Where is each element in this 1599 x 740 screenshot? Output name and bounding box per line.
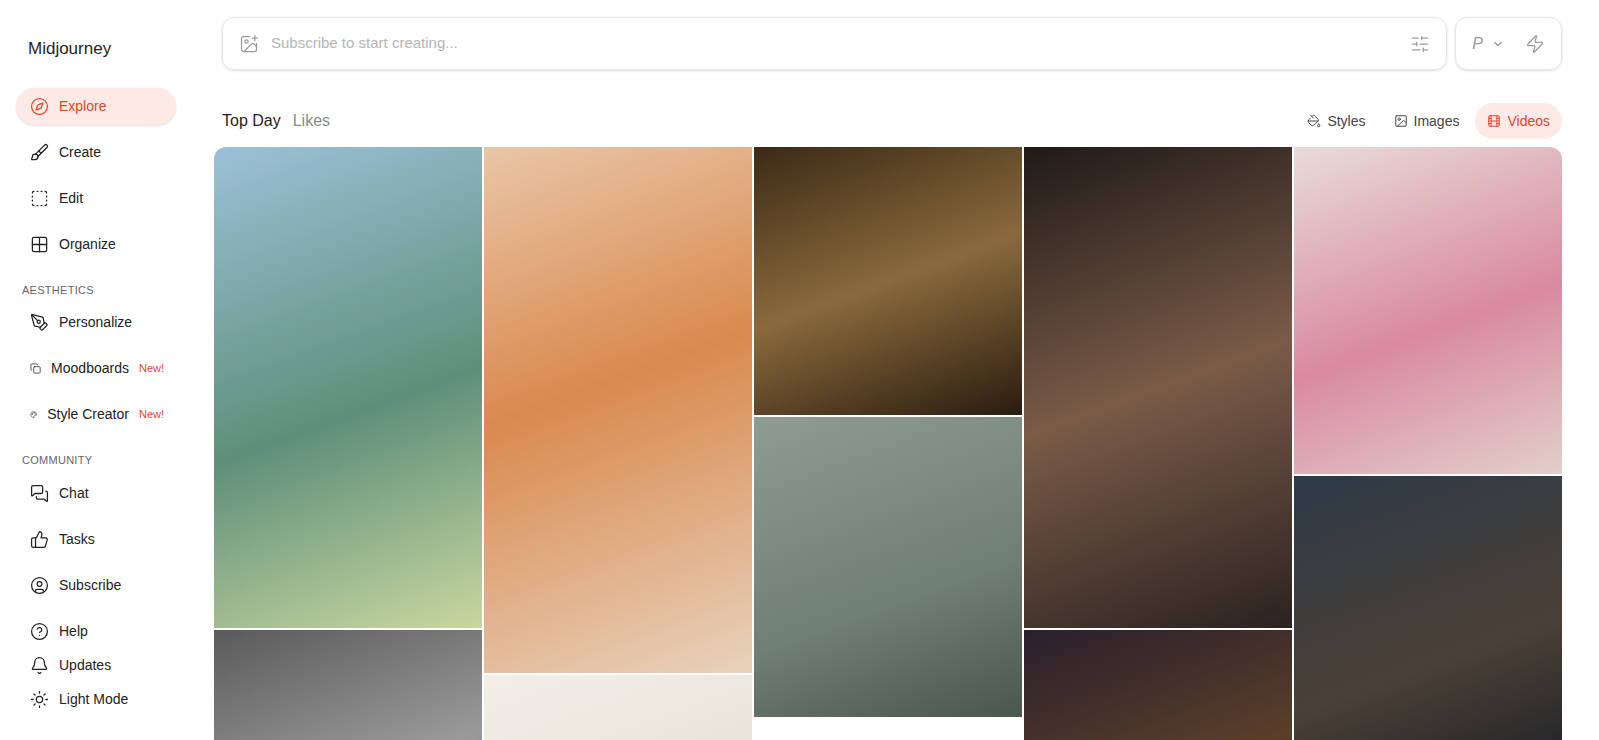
gallery-tile[interactable]: [1024, 147, 1292, 628]
footer-item[interactable]: Updates: [16, 649, 198, 683]
gallery-column: [484, 147, 752, 740]
chevron-icon: [1491, 37, 1505, 51]
gallery-tile[interactable]: [1294, 476, 1562, 740]
tab[interactable]: Top Day: [222, 109, 281, 133]
nav-group: Explore Create Edit Organize: [16, 88, 198, 272]
gallery-column: [1024, 147, 1292, 740]
styles-icon: [1307, 114, 1321, 128]
nav-item[interactable]: Subscribe: [16, 567, 176, 604]
brush-icon: [30, 143, 49, 162]
pen-icon: [30, 313, 49, 332]
gallery-column: [1294, 147, 1562, 740]
film-icon: [1487, 114, 1501, 128]
nav-item[interactable]: Edit: [16, 180, 176, 217]
nav-item[interactable]: Style CreatorNew!: [16, 396, 176, 433]
prompt-row: Subscribe to start creating... P: [214, 17, 1562, 70]
nav-group: COMMUNITY Chat Tasks Subscribe: [16, 442, 198, 613]
tabs: Top Day Likes: [222, 109, 330, 133]
gallery-tile[interactable]: [214, 630, 482, 740]
nav-group: AESTHETICS Personalize MoodboardsNew! Style…: [16, 272, 198, 443]
prompt-bar[interactable]: Subscribe to start creating...: [222, 17, 1447, 70]
copy-icon: [30, 359, 41, 378]
filter-button[interactable]: Styles: [1295, 103, 1377, 139]
sidebar-footer: HelpUpdatesLight Mode: [16, 615, 198, 717]
main: Subscribe to start creating... P Top Day Li…: [214, 0, 1599, 740]
gallery: [214, 147, 1562, 740]
new-badge: New!: [139, 360, 164, 377]
gallery-column: [214, 147, 482, 740]
gallery-tile[interactable]: [754, 147, 1022, 415]
footer-item[interactable]: Help: [16, 615, 198, 649]
settings-icon[interactable]: [1410, 34, 1430, 54]
gallery-tile[interactable]: [484, 675, 752, 740]
chat-icon: [30, 484, 49, 503]
nav-item[interactable]: Tasks: [16, 521, 176, 558]
prompt-input[interactable]: Subscribe to start creating...: [271, 32, 1398, 55]
edit-icon: [30, 189, 49, 208]
user-icon: [30, 576, 49, 595]
logo[interactable]: Midjourney: [16, 36, 198, 62]
image-add-icon[interactable]: [239, 34, 259, 54]
nav-item[interactable]: Create: [16, 134, 176, 171]
grid-icon: [30, 235, 49, 254]
nav-item[interactable]: Explore: [16, 88, 176, 125]
sidebar: Midjourney Explore Create Edit Organize AESTH…: [0, 0, 214, 740]
toolbar: Top Day Likes StylesImagesVideos: [214, 103, 1562, 139]
sun-icon: [30, 690, 49, 709]
filter-button[interactable]: Images: [1382, 103, 1472, 139]
thumbs-up-icon: [30, 530, 49, 549]
gallery-tile[interactable]: [484, 147, 752, 673]
nav-item[interactable]: Organize: [16, 226, 176, 263]
gallery-tile[interactable]: [1294, 147, 1562, 474]
new-badge: New!: [139, 406, 164, 423]
gallery-tile[interactable]: [214, 147, 482, 628]
palette-icon: [30, 405, 37, 424]
filters: StylesImagesVideos: [1295, 103, 1562, 139]
app: Midjourney Explore Create Edit Organize AESTH…: [0, 0, 1599, 740]
nav-heading: AESTHETICS: [16, 282, 198, 299]
gallery-tile[interactable]: [754, 417, 1022, 717]
compass-icon: [30, 97, 49, 116]
gallery-tile[interactable]: [1024, 630, 1292, 740]
filter-button[interactable]: Videos: [1475, 103, 1562, 139]
gallery-column: [754, 147, 1022, 740]
mode-box[interactable]: P: [1455, 17, 1562, 70]
mode-label: P: [1472, 32, 1483, 56]
nav-item[interactable]: Chat: [16, 475, 176, 512]
tab[interactable]: Likes: [293, 109, 330, 133]
footer-item[interactable]: Light Mode: [16, 683, 198, 717]
nav-item[interactable]: Personalize: [16, 304, 176, 341]
nav-heading: COMMUNITY: [16, 452, 198, 469]
zap-icon[interactable]: [1525, 34, 1545, 54]
help-icon: [30, 622, 49, 641]
image-icon: [1394, 114, 1408, 128]
nav-item[interactable]: MoodboardsNew!: [16, 350, 176, 387]
bell-icon: [30, 656, 49, 675]
